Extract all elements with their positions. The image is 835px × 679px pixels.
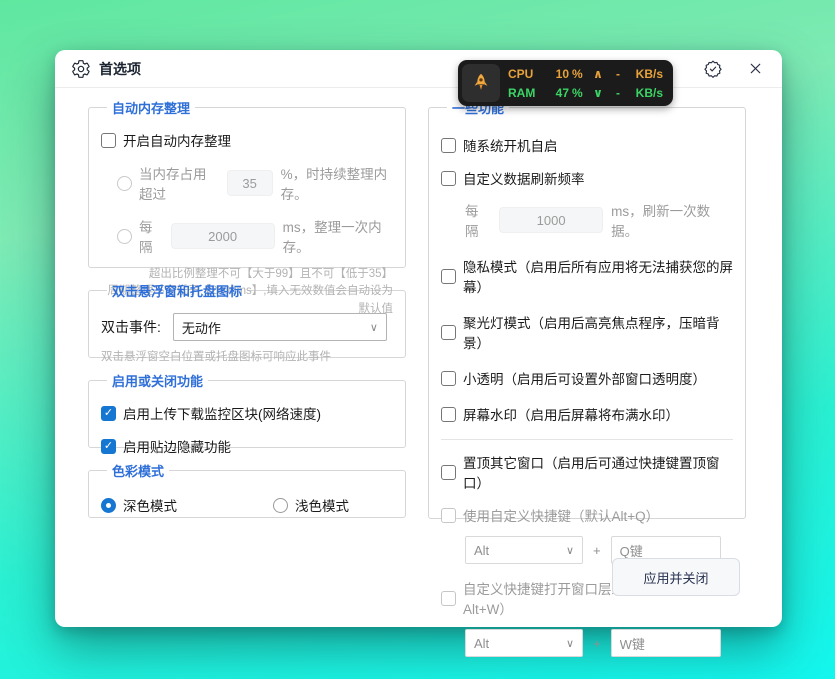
page-title: 首选项: [99, 59, 141, 79]
custom-hotkey-label: 使用自定义快捷键（默认Alt+Q）: [463, 505, 659, 525]
doubleclick-selected-option: 无动作: [182, 318, 221, 337]
cpu-row: CPU 10 % ∧ - KB/s: [508, 64, 663, 83]
ratio-suffix: %，时持续整理内存。: [281, 163, 393, 203]
monitor-widget[interactable]: CPU 10 % ∧ - KB/s RAM 47 % ∨ - KB/s: [458, 60, 673, 106]
hotkey2-key-input: [611, 629, 721, 657]
chevron-down-icon: ∨: [566, 637, 574, 650]
dark-mode-label: 深色模式: [123, 495, 177, 515]
topmost-window-checkbox[interactable]: [441, 465, 456, 480]
hotkey2-modifier-value: Alt: [474, 636, 489, 651]
doubleclick-hint: 双击悬浮窗空白位置或托盘图标可响应此事件: [101, 349, 393, 366]
feature-toggles-title: 启用或关闭功能: [107, 371, 208, 390]
hotkey2-modifier-select: Alt ∨: [465, 629, 583, 657]
autostart-checkbox[interactable]: [441, 138, 456, 153]
cpu-unit: %: [572, 67, 586, 81]
ram-value: 47: [545, 86, 569, 100]
doubleclick-event-label: 双击事件:: [101, 317, 161, 337]
interval-suffix: ms，整理一次内存。: [283, 216, 393, 256]
chevron-up-icon: ∧: [589, 67, 607, 81]
chevron-down-icon: ∨: [589, 86, 607, 100]
custom-hotkey-checkbox: [441, 508, 456, 523]
badge-check-button[interactable]: [701, 57, 725, 81]
light-mode-radio[interactable]: [273, 498, 288, 513]
light-mode-label: 浅色模式: [295, 495, 349, 515]
memory-cleanup-group: 自动内存整理 开启自动内存整理 当内存占用超过 %，时持续整理内存。 每隔 ms…: [88, 98, 406, 268]
chevron-down-icon: ∨: [566, 544, 574, 557]
net-monitor-block-checkbox[interactable]: ✓: [101, 406, 116, 421]
custom-refresh-label: 自定义数据刷新频率: [463, 168, 585, 188]
mini-transparency-checkbox[interactable]: [441, 371, 456, 386]
color-mode-title: 色彩模式: [107, 461, 169, 480]
ratio-threshold-input: [227, 170, 273, 196]
dark-mode-radio[interactable]: [101, 498, 116, 513]
spotlight-mode-label: 聚光灯模式（启用后高亮焦点程序，压暗背景）: [463, 312, 733, 352]
ratio-prefix: 当内存占用超过: [139, 163, 219, 203]
desktop: { "colors": { "accent": "#1677d2", "sect…: [0, 0, 835, 679]
cpu-label: CPU: [508, 67, 542, 81]
cleanup-by-ratio-radio: [117, 176, 132, 191]
left-column: 自动内存整理 开启自动内存整理 当内存占用超过 %，时持续整理内存。 每隔 ms…: [88, 98, 406, 531]
features-group: 一些功能 随系统开机自启 自定义数据刷新频率 每隔 ms，刷新一次数据。 隐私模…: [428, 98, 746, 519]
cpu-net-value: -: [610, 67, 626, 81]
privacy-mode-checkbox[interactable]: [441, 269, 456, 284]
edge-hide-label: 启用贴边隐藏功能: [123, 436, 231, 456]
section-divider: [441, 439, 733, 440]
preferences-window: 首选项: [55, 50, 782, 627]
apply-and-close-button[interactable]: 应用并关闭: [612, 558, 740, 596]
refresh-ms-input: [499, 207, 603, 233]
spotlight-mode-checkbox[interactable]: [441, 325, 456, 340]
close-icon: [747, 60, 764, 77]
right-column: 一些功能 随系统开机自启 自定义数据刷新频率 每隔 ms，刷新一次数据。 隐私模…: [428, 98, 746, 532]
doubleclick-title: 双击悬浮窗和托盘图标: [107, 281, 247, 300]
enable-auto-cleanup-label: 开启自动内存整理: [123, 130, 231, 150]
hotkey1-modifier-value: Alt: [474, 543, 489, 558]
topmost-window-label: 置顶其它窗口（启用后可通过快捷键置顶窗口）: [463, 452, 733, 492]
cleanup-by-interval-radio: [117, 229, 132, 244]
ram-net-value: -: [610, 86, 626, 100]
hotkey1-plus: +: [593, 543, 601, 558]
mini-transparency-label: 小透明（启用后可设置外部窗口透明度）: [463, 368, 706, 388]
interval-ms-input: [171, 223, 275, 249]
feature-toggles-group: 启用或关闭功能 ✓ 启用上传下载监控区块(网络速度) ✓ 启用贴边隐藏功能: [88, 371, 406, 448]
screen-watermark-label: 屏幕水印（启用后屏幕将布满水印）: [463, 404, 679, 424]
ram-unit: %: [572, 86, 586, 100]
memory-cleanup-title: 自动内存整理: [107, 98, 195, 117]
ram-net-unit: KB/s: [629, 86, 663, 100]
net-monitor-block-label: 启用上传下载监控区块(网络速度): [123, 403, 321, 423]
monitor-readout: CPU 10 % ∧ - KB/s RAM 47 % ∨ - KB/s: [508, 64, 663, 102]
badge-check-icon: [703, 59, 723, 79]
hotkey1-modifier-select: Alt ∨: [465, 536, 583, 564]
color-mode-group: 色彩模式 深色模式 浅色模式: [88, 461, 406, 518]
hotkey2-plus: +: [593, 636, 601, 651]
gear-icon: [71, 59, 91, 79]
refresh-suffix: ms，刷新一次数据。: [611, 200, 733, 240]
autostart-label: 随系统开机自启: [463, 135, 558, 155]
manager-hotkey-checkbox: [441, 591, 456, 606]
ram-row: RAM 47 % ∨ - KB/s: [508, 83, 663, 102]
privacy-mode-label: 隐私模式（启用后所有应用将无法捕获您的屏幕）: [463, 256, 733, 296]
ram-label: RAM: [508, 86, 542, 100]
screen-watermark-checkbox[interactable]: [441, 407, 456, 422]
doubleclick-event-select[interactable]: 无动作 ∨: [173, 313, 387, 341]
chevron-down-icon: ∨: [370, 321, 378, 334]
refresh-prefix: 每隔: [465, 200, 491, 240]
edge-hide-checkbox[interactable]: ✓: [101, 439, 116, 454]
cpu-value: 10: [545, 67, 569, 81]
enable-auto-cleanup-checkbox[interactable]: [101, 133, 116, 148]
close-button[interactable]: [745, 58, 766, 79]
cpu-net-unit: KB/s: [629, 67, 663, 81]
custom-refresh-checkbox[interactable]: [441, 171, 456, 186]
interval-prefix: 每隔: [139, 216, 163, 256]
rocket-icon: [462, 64, 500, 102]
